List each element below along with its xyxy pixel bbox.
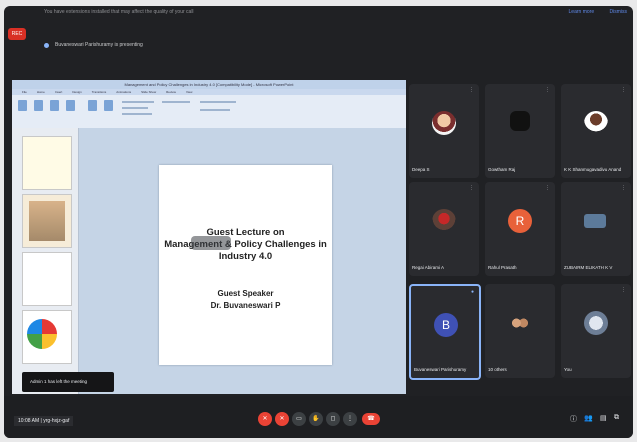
slide-thumbnails-pane bbox=[12, 128, 79, 394]
dismiss-link[interactable]: Dismiss bbox=[610, 9, 628, 15]
present-screen-button[interactable]: ◻ bbox=[326, 412, 340, 426]
ppt-ribbon-item bbox=[122, 107, 148, 109]
participant-name: You bbox=[564, 367, 572, 372]
avatar bbox=[432, 209, 456, 233]
more-options-icon[interactable]: ⋮ bbox=[621, 87, 626, 93]
participant-tile-self[interactable]: ⋮ You bbox=[561, 284, 631, 378]
pointer-highlight bbox=[191, 236, 231, 250]
slide-thumbnail bbox=[22, 252, 72, 306]
ppt-ribbon-item bbox=[200, 101, 236, 103]
avatar bbox=[432, 111, 456, 135]
chat-icon[interactable]: ▤ bbox=[600, 414, 607, 422]
present-icon bbox=[44, 42, 49, 48]
ppt-ribbon-item bbox=[200, 109, 230, 111]
presenting-banner: Buvaneswari Parishuramy is presenting bbox=[44, 42, 143, 48]
participant-name: Deepa S bbox=[412, 167, 430, 172]
participant-tile[interactable]: ⋮ Gowtham Raj bbox=[485, 84, 555, 178]
ppt-ribbon-button bbox=[50, 100, 59, 111]
meeting-info: 10:08 AM | yrg-hxjz-gaf bbox=[14, 416, 74, 426]
raise-hand-button[interactable]: ✋ bbox=[309, 412, 323, 426]
captions-button[interactable]: ▭ bbox=[292, 412, 306, 426]
more-options-button[interactable]: ⋮ bbox=[343, 412, 357, 426]
participant-tile[interactable]: 10 others bbox=[485, 284, 555, 378]
more-options-icon[interactable]: ⋮ bbox=[469, 185, 474, 191]
avatar bbox=[584, 311, 608, 335]
meeting-code: yrg-hxjz-gaf bbox=[43, 418, 70, 424]
shared-screen: Management and Policy Challenges in Indu… bbox=[12, 80, 406, 394]
current-slide: Guest Lecture on Management & Policy Cha… bbox=[159, 165, 332, 365]
slide-thumbnail bbox=[22, 194, 72, 248]
notification-toast: Admin 1 has left the meeting bbox=[22, 372, 114, 392]
more-options-icon[interactable]: ⋮ bbox=[469, 87, 474, 93]
meeting-time: 10:08 AM bbox=[18, 418, 40, 424]
participant-tile[interactable]: ⋮ Deepa S bbox=[409, 84, 479, 178]
ppt-ribbon-button bbox=[34, 100, 43, 111]
participant-tile[interactable]: R ⋮ Rahul Prasath bbox=[485, 182, 555, 276]
avatar bbox=[584, 214, 606, 228]
info-icon[interactable]: ⓘ bbox=[570, 414, 577, 424]
ppt-ribbon-button bbox=[18, 100, 27, 111]
slide-thumbnail bbox=[22, 136, 72, 190]
leave-call-button[interactable]: ☎ bbox=[362, 413, 380, 425]
learn-more-link[interactable]: Learn more bbox=[569, 9, 595, 15]
avatar: B bbox=[434, 313, 458, 337]
participant-name: Rahul Prasath bbox=[488, 265, 517, 270]
presenting-text: Buvaneswari Parishuramy is presenting bbox=[55, 42, 143, 48]
ppt-title-bar: Management and Policy Challenges in Indu… bbox=[12, 80, 406, 89]
ppt-ribbon-button bbox=[66, 100, 75, 111]
ppt-ribbon bbox=[12, 95, 406, 129]
participant-name: Buvaneswari Parishuramy bbox=[414, 367, 467, 372]
avatar bbox=[510, 111, 530, 131]
participant-name: 10 others bbox=[488, 367, 507, 372]
participant-name: K K Shanmugavadivu Anand bbox=[564, 167, 622, 172]
participant-name: Gowtham Raj bbox=[488, 167, 516, 172]
slide-editor-canvas: Guest Lecture on Management & Policy Cha… bbox=[79, 128, 406, 394]
avatar bbox=[584, 111, 608, 135]
extension-warning-bar: You have extensions installed that may a… bbox=[4, 6, 633, 22]
ppt-ribbon-item bbox=[162, 101, 190, 103]
recording-indicator: REC bbox=[8, 28, 26, 40]
meet-window: You have extensions installed that may a… bbox=[4, 6, 633, 438]
ppt-ribbon-button bbox=[88, 100, 97, 111]
more-options-icon[interactable]: ⋮ bbox=[545, 87, 550, 93]
people-icon[interactable]: 👥 bbox=[584, 414, 593, 422]
slide-speaker: Guest Speaker Dr. Buvaneswari P bbox=[210, 289, 281, 310]
presenting-icon: ● bbox=[470, 289, 474, 295]
participant-tile[interactable]: ⋮ Regai Abirami A bbox=[409, 182, 479, 276]
avatar-group bbox=[508, 311, 532, 335]
meeting-controls-bar: 10:08 AM | yrg-hxjz-gaf ✕ ✕ ▭ ✋ ◻ ⋮ ☎ ⓘ … bbox=[4, 396, 633, 438]
warning-message: You have extensions installed that may a… bbox=[44, 9, 194, 15]
ppt-ribbon-item bbox=[122, 113, 152, 115]
participant-name: ZUBAIRM ELIKATH K V bbox=[564, 265, 613, 270]
participant-tile[interactable]: ⋮ ZUBAIRM ELIKATH K V bbox=[561, 182, 631, 276]
participant-tile-presenter[interactable]: B ● Buvaneswari Parishuramy bbox=[409, 284, 481, 380]
camera-off-button[interactable]: ✕ bbox=[275, 412, 289, 426]
mic-off-button[interactable]: ✕ bbox=[258, 412, 272, 426]
avatar: R bbox=[508, 209, 532, 233]
more-options-icon[interactable]: ⋮ bbox=[545, 185, 550, 191]
slide-thumbnail bbox=[22, 310, 72, 364]
ppt-ribbon-button bbox=[104, 100, 113, 111]
ppt-ribbon-item bbox=[122, 101, 154, 103]
participant-tile[interactable]: ⋮ K K Shanmugavadivu Anand bbox=[561, 84, 631, 178]
activities-icon[interactable]: ⧉ bbox=[614, 414, 619, 422]
slide-title: Guest Lecture on Management & Policy Cha… bbox=[164, 227, 327, 262]
more-options-icon[interactable]: ⋮ bbox=[621, 287, 626, 293]
participant-name: Regai Abirami A bbox=[412, 265, 445, 270]
more-options-icon[interactable]: ⋮ bbox=[621, 185, 626, 191]
